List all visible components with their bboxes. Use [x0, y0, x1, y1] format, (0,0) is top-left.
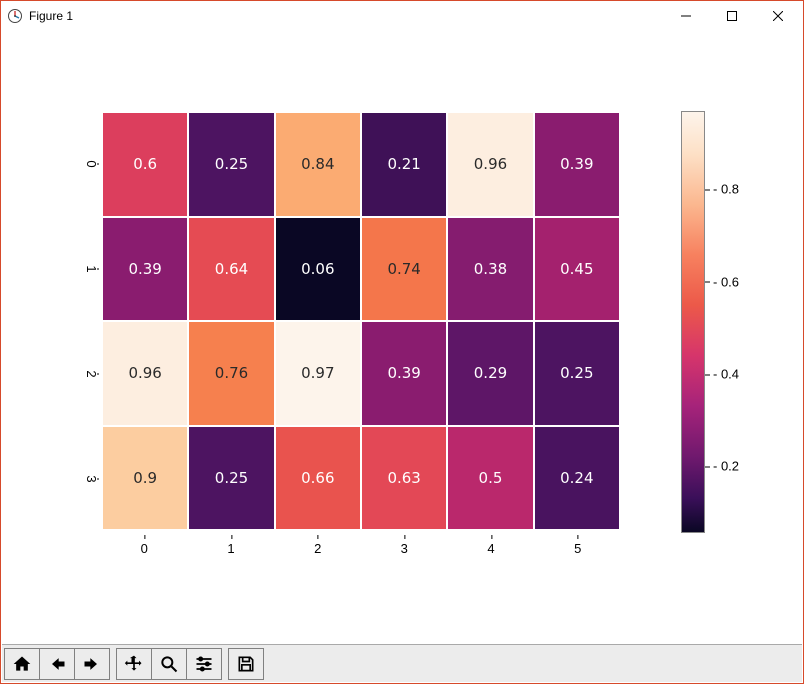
cell-2-0: 0.96 — [102, 321, 188, 426]
configure-button[interactable] — [186, 649, 221, 679]
cell-3-2: 0.66 — [275, 426, 361, 531]
x-tick-5: 5 — [574, 541, 581, 556]
cell-3-0: 0.9 — [102, 426, 188, 531]
cell-0-5: 0.39 — [534, 112, 620, 217]
cell-0-3: 0.21 — [361, 112, 447, 217]
y-tick-3: 3 — [84, 475, 99, 482]
colorbar-tick-2: - 0.6 — [713, 274, 739, 289]
colorbar-tick-1: - 0.4 — [713, 367, 739, 382]
back-button[interactable] — [39, 649, 74, 679]
figure-canvas[interactable]: 0 1 2 3 0.60.250.840.210.960.390.390.640… — [1, 31, 803, 645]
forward-button[interactable] — [74, 649, 109, 679]
x-tick-4: 4 — [487, 541, 494, 556]
y-axis-ticks: 0 1 2 3 — [43, 111, 95, 531]
close-button[interactable] — [755, 1, 801, 31]
pan-button[interactable] — [117, 649, 151, 679]
y-tick-0: 0 — [84, 160, 99, 167]
colorbar-gradient — [681, 111, 705, 533]
x-tick-1: 1 — [227, 541, 234, 556]
window-titlebar: Figure 1 — [1, 1, 803, 31]
home-icon — [12, 654, 32, 674]
heatmap-axes: 0.60.250.840.210.960.390.390.640.060.740… — [101, 111, 621, 531]
cell-1-2: 0.06 — [275, 217, 361, 322]
cell-3-5: 0.24 — [534, 426, 620, 531]
colorbar-ticks: - 0.2 - 0.4 - 0.6 - 0.8 — [705, 111, 765, 531]
cell-1-0: 0.39 — [102, 217, 188, 322]
zoom-icon — [159, 654, 179, 674]
app-icon — [7, 8, 23, 24]
cell-3-3: 0.63 — [361, 426, 447, 531]
colorbar-tick-3: - 0.8 — [713, 182, 739, 197]
nav-toolbar — [2, 644, 802, 682]
save-icon — [236, 654, 256, 674]
cell-2-5: 0.25 — [534, 321, 620, 426]
cell-0-4: 0.96 — [447, 112, 533, 217]
cell-0-1: 0.25 — [188, 112, 274, 217]
cell-0-0: 0.6 — [102, 112, 188, 217]
cell-3-1: 0.25 — [188, 426, 274, 531]
forward-icon — [82, 654, 102, 674]
home-button[interactable] — [5, 649, 39, 679]
cell-0-2: 0.84 — [275, 112, 361, 217]
cell-1-5: 0.45 — [534, 217, 620, 322]
cell-1-4: 0.38 — [447, 217, 533, 322]
colorbar — [681, 111, 703, 531]
configure-icon — [194, 654, 214, 674]
cell-2-4: 0.29 — [447, 321, 533, 426]
minimize-button[interactable] — [663, 1, 709, 31]
maximize-button[interactable] — [709, 1, 755, 31]
x-axis-ticks: 0 1 2 3 4 5 — [101, 535, 621, 563]
cell-2-1: 0.76 — [188, 321, 274, 426]
cell-3-4: 0.5 — [447, 426, 533, 531]
cell-2-3: 0.39 — [361, 321, 447, 426]
x-tick-2: 2 — [314, 541, 321, 556]
window-title: Figure 1 — [29, 9, 73, 23]
x-tick-3: 3 — [401, 541, 408, 556]
zoom-button[interactable] — [151, 649, 186, 679]
back-icon — [47, 654, 67, 674]
colorbar-tick-0: - 0.2 — [713, 459, 739, 474]
heatmap-grid: 0.60.250.840.210.960.390.390.640.060.740… — [101, 111, 621, 531]
cell-1-1: 0.64 — [188, 217, 274, 322]
y-tick-2: 2 — [84, 370, 99, 377]
y-tick-1: 1 — [84, 265, 99, 272]
cell-2-2: 0.97 — [275, 321, 361, 426]
pan-icon — [124, 654, 144, 674]
save-button[interactable] — [229, 649, 263, 679]
cell-1-3: 0.74 — [361, 217, 447, 322]
x-tick-0: 0 — [141, 541, 148, 556]
